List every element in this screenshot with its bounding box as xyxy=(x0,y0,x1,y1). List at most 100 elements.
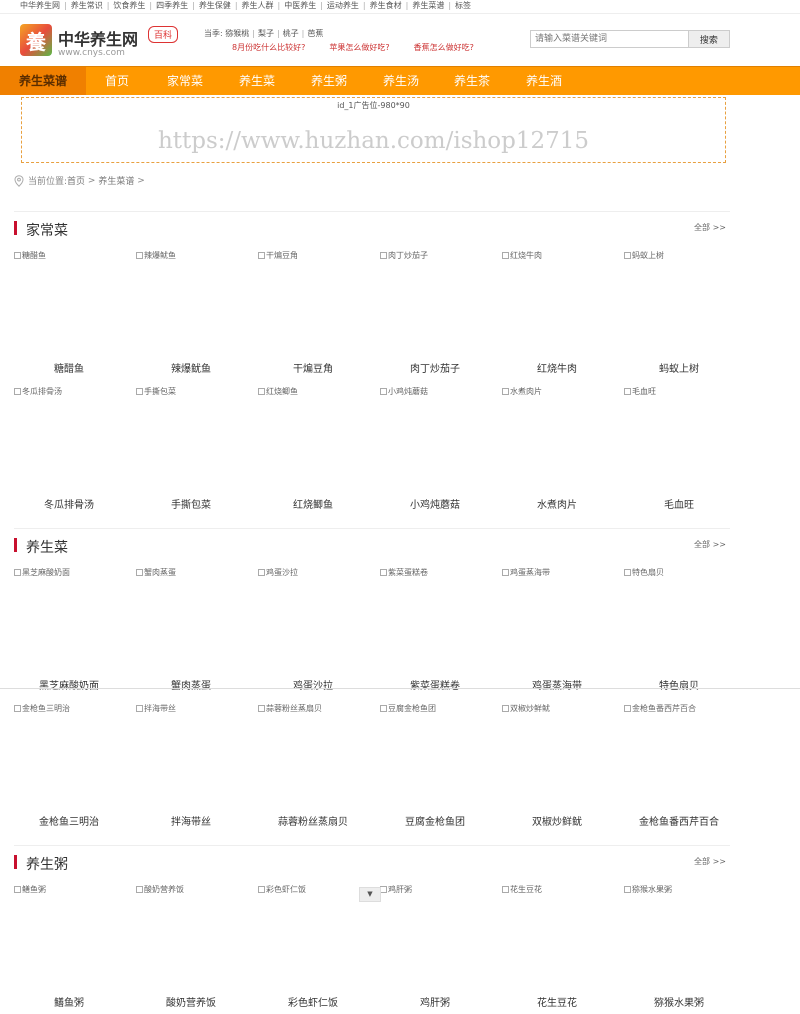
recipe-image[interactable]: 小鸡炖蘑菇 xyxy=(380,386,428,397)
recipe-card[interactable]: 拌海带丝 拌海带丝 xyxy=(136,703,246,833)
recipe-image[interactable]: 辣爆鱿鱼 xyxy=(136,250,176,261)
seasonal-item[interactable]: 梨子 xyxy=(258,29,274,38)
recipe-image[interactable]: 鸡肝粥 xyxy=(380,884,412,895)
recipe-name[interactable]: 金枪鱼三明治 xyxy=(14,813,124,828)
recipe-name[interactable]: 金枪鱼番西芹百合 xyxy=(624,813,734,828)
recipe-card[interactable]: 花生豆花 花生豆花 xyxy=(502,884,612,1014)
recipe-image[interactable]: 花生豆花 xyxy=(502,884,542,895)
recipe-name[interactable]: 红烧鲫鱼 xyxy=(258,496,368,511)
recipe-image[interactable]: 手撕包菜 xyxy=(136,386,176,397)
recipe-card[interactable]: 肉丁炒茄子 肉丁炒茄子 xyxy=(380,250,490,380)
recipe-image[interactable]: 紫菜蛋糕卷 xyxy=(380,567,428,578)
recipe-card[interactable]: 蟹肉蒸蛋 蟹肉蒸蛋 xyxy=(136,567,246,697)
nav-item[interactable]: 养生酒 xyxy=(508,67,580,95)
recipe-card[interactable]: 彩色虾仁饭 彩色虾仁饭 xyxy=(258,884,368,1014)
recipe-name[interactable]: 特色扇贝 xyxy=(624,677,734,692)
recipe-card[interactable]: 黑芝麻酸奶面 黑芝麻酸奶面 xyxy=(14,567,124,697)
recipe-image[interactable]: 黑芝麻酸奶面 xyxy=(14,567,70,578)
topbar-link[interactable]: 标签 xyxy=(455,1,471,10)
topbar-link[interactable]: 中医养生 xyxy=(284,1,316,10)
topbar-link[interactable]: 运动养生 xyxy=(327,1,359,10)
recipe-card[interactable]: 冬瓜排骨汤 冬瓜排骨汤 xyxy=(14,386,124,516)
recipe-card[interactable]: 红烧鲫鱼 红烧鲫鱼 xyxy=(258,386,368,516)
recipe-image[interactable]: 糖醋鱼 xyxy=(14,250,46,261)
encyclopedia-badge[interactable]: 百科 xyxy=(148,26,179,43)
nav-brand-recipes[interactable]: 养生菜谱 xyxy=(0,67,86,95)
recipe-image[interactable]: 鸡蛋沙拉 xyxy=(258,567,298,578)
recipe-name[interactable]: 彩色虾仁饭 xyxy=(258,994,368,1009)
recipe-card[interactable]: 糖醋鱼 糖醋鱼 xyxy=(14,250,124,380)
search-button[interactable]: 搜索 xyxy=(688,30,730,48)
recipe-name[interactable]: 红烧牛肉 xyxy=(502,360,612,375)
recipe-name[interactable]: 糖醋鱼 xyxy=(14,360,124,375)
recipe-card[interactable]: 酸奶营养饭 酸奶营养饭 xyxy=(136,884,246,1014)
recipe-card[interactable]: 鸡肝粥 鸡肝粥 xyxy=(380,884,490,1014)
nav-item[interactable]: 家常菜 xyxy=(148,67,222,95)
topbar-link[interactable]: 养生人群 xyxy=(242,1,274,10)
topbar-link[interactable]: 养生保健 xyxy=(199,1,231,10)
recipe-card[interactable]: 鸡蛋沙拉 鸡蛋沙拉 xyxy=(258,567,368,697)
recipe-image[interactable]: 鳝鱼粥 xyxy=(14,884,46,895)
recipe-image[interactable]: 干煸豆角 xyxy=(258,250,298,261)
hot-question-link[interactable]: 苹果怎么做好吃? xyxy=(329,43,389,52)
hot-question-link[interactable]: 香蕉怎么做好吃? xyxy=(414,43,474,52)
recipe-image[interactable]: 毛血旺 xyxy=(624,386,656,397)
seasonal-item[interactable]: 猕猴桃 xyxy=(225,29,249,38)
section-more-link[interactable]: 全部 >> xyxy=(694,539,726,550)
recipe-image[interactable]: 特色扇贝 xyxy=(624,567,664,578)
breadcrumb-home[interactable]: 首页 xyxy=(67,174,85,187)
recipe-name[interactable]: 酸奶营养饭 xyxy=(136,994,246,1009)
recipe-card[interactable]: 鸡蛋蒸海带 鸡蛋蒸海带 xyxy=(502,567,612,697)
nav-item[interactable]: 养生汤 xyxy=(366,67,436,95)
recipe-image[interactable]: 蚂蚁上树 xyxy=(624,250,664,261)
recipe-name[interactable]: 蒜蓉粉丝蒸扇贝 xyxy=(258,813,368,828)
recipe-card[interactable]: 小鸡炖蘑菇 小鸡炖蘑菇 xyxy=(380,386,490,516)
recipe-image[interactable]: 拌海带丝 xyxy=(136,703,176,714)
topbar-link[interactable]: 饮食养生 xyxy=(113,1,145,10)
topbar-link[interactable]: 中华养生网 xyxy=(20,1,60,10)
recipe-card[interactable]: 豆腐金枪鱼团 豆腐金枪鱼团 xyxy=(380,703,490,833)
section-more-link[interactable]: 全部 >> xyxy=(694,856,726,867)
nav-item[interactable]: 养生粥 xyxy=(292,67,366,95)
recipe-card[interactable]: 蚂蚁上树 蚂蚁上树 xyxy=(624,250,734,380)
recipe-image[interactable]: 鸡蛋蒸海带 xyxy=(502,567,550,578)
recipe-card[interactable]: 双椒炒鲜鱿 双椒炒鲜鱿 xyxy=(502,703,612,833)
recipe-name[interactable]: 肉丁炒茄子 xyxy=(380,360,490,375)
recipe-card[interactable]: 猕猴水果粥 猕猴水果粥 xyxy=(624,884,734,1014)
seasonal-item[interactable]: 芭蕉 xyxy=(307,29,323,38)
recipe-name[interactable]: 毛血旺 xyxy=(624,496,734,511)
recipe-card[interactable]: 辣爆鱿鱼 辣爆鱿鱼 xyxy=(136,250,246,380)
recipe-name[interactable]: 双椒炒鲜鱿 xyxy=(502,813,612,828)
nav-item[interactable]: 养生菜 xyxy=(222,67,292,95)
topbar-link[interactable]: 养生菜谱 xyxy=(412,1,444,10)
recipe-card[interactable]: 鳝鱼粥 鳝鱼粥 xyxy=(14,884,124,1014)
recipe-image[interactable]: 猕猴水果粥 xyxy=(624,884,672,895)
recipe-name[interactable]: 辣爆鱿鱼 xyxy=(136,360,246,375)
site-logo[interactable]: 養 中华养生网 www.cnys.com xyxy=(20,22,140,66)
section-title[interactable]: 养生粥 xyxy=(26,854,68,874)
recipe-image[interactable]: 豆腐金枪鱼团 xyxy=(380,703,436,714)
recipe-name[interactable]: 拌海带丝 xyxy=(136,813,246,828)
recipe-card[interactable]: 干煸豆角 干煸豆角 xyxy=(258,250,368,380)
topbar-link[interactable]: 养生常识 xyxy=(71,1,103,10)
recipe-name[interactable]: 鳝鱼粥 xyxy=(14,994,124,1009)
recipe-image[interactable]: 冬瓜排骨汤 xyxy=(14,386,62,397)
recipe-image[interactable]: 彩色虾仁饭 xyxy=(258,884,306,895)
recipe-card[interactable]: 特色扇贝 特色扇贝 xyxy=(624,567,734,697)
recipe-name[interactable]: 鸡蛋蒸海带 xyxy=(502,677,612,692)
nav-item[interactable]: 首页 xyxy=(86,67,148,95)
recipe-card[interactable]: 金枪鱼三明治 金枪鱼三明治 xyxy=(14,703,124,833)
seasonal-item[interactable]: 桃子 xyxy=(283,29,299,38)
recipe-card[interactable]: 金枪鱼番西芹百合 金枪鱼番西芹百合 xyxy=(624,703,734,833)
recipe-name[interactable]: 鸡蛋沙拉 xyxy=(258,677,368,692)
recipe-image[interactable]: 蒜蓉粉丝蒸扇贝 xyxy=(258,703,322,714)
ad-banner[interactable]: id_1广告位-980*90 https://www.huzhan.com/is… xyxy=(21,97,726,163)
section-more-link[interactable]: 全部 >> xyxy=(694,222,726,233)
recipe-image[interactable]: 金枪鱼番西芹百合 xyxy=(624,703,696,714)
recipe-name[interactable]: 黑芝麻酸奶面 xyxy=(14,677,124,692)
recipe-card[interactable]: 蒜蓉粉丝蒸扇贝 蒜蓉粉丝蒸扇贝 xyxy=(258,703,368,833)
section-title[interactable]: 家常菜 xyxy=(26,220,68,240)
recipe-name[interactable]: 干煸豆角 xyxy=(258,360,368,375)
recipe-image[interactable]: 红烧鲫鱼 xyxy=(258,386,298,397)
topbar-link[interactable]: 四季养生 xyxy=(156,1,188,10)
